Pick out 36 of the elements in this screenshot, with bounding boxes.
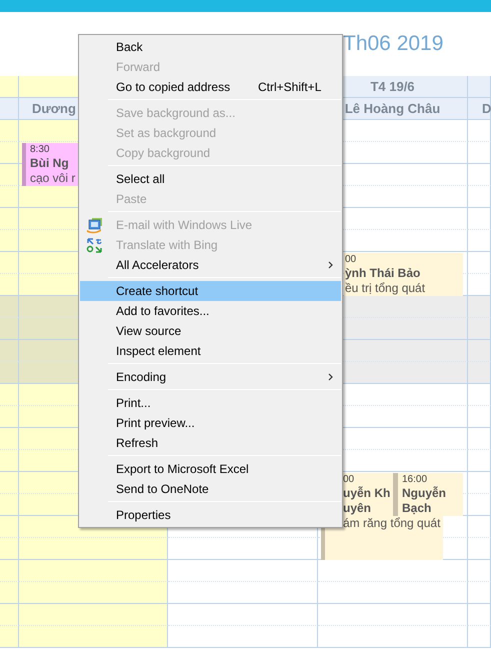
menu-item[interactable]: Go to copied address Ctrl+Shift+L xyxy=(80,77,341,97)
patient-name: Bạch xyxy=(402,501,432,516)
calendar-title: Th06 2019 xyxy=(343,32,444,55)
column-header: Dương xyxy=(32,100,76,118)
patient-name: ỳnh Thái Bảo xyxy=(345,266,420,281)
menu-item[interactable]: View source xyxy=(80,321,341,341)
menu-item[interactable]: Add to favorites... xyxy=(80,301,341,321)
menu-item[interactable]: All Accelerators xyxy=(80,255,341,275)
patient-name: Bùi Ng xyxy=(30,156,69,171)
shortcut-text: Ctrl+Shift+L xyxy=(258,79,322,96)
menu-item[interactable]: Encoding xyxy=(80,367,341,387)
windows-stack-icon xyxy=(86,217,103,234)
appointment-time: 8:30 xyxy=(30,144,50,156)
service-text: ều trị tổng quát xyxy=(345,281,426,296)
menu-item[interactable]: Inspect element xyxy=(80,341,341,361)
column-header: Lê Hoàng Châu xyxy=(344,100,440,118)
column-header: D xyxy=(482,100,491,118)
menu-item[interactable]: Create shortcut xyxy=(80,281,341,301)
menu-item[interactable]: Refresh xyxy=(80,433,341,453)
menu-item[interactable]: Export to Microsoft Excel xyxy=(80,459,341,479)
menu-item[interactable]: Print... xyxy=(80,393,341,413)
service-text: ám răng tổng quát xyxy=(343,516,440,531)
menu-item[interactable]: Select all xyxy=(80,169,341,189)
patient-name: uyên xyxy=(343,501,372,516)
appointment-time: 16:00 xyxy=(402,474,428,486)
service-text: cạo vôi r xyxy=(30,171,76,186)
patient-name: Nguyễn xyxy=(402,486,446,501)
menu-item[interactable]: Send to OneNote xyxy=(80,479,341,499)
day-header: T4 19/6 xyxy=(370,78,415,96)
menu-item[interactable]: Properties xyxy=(80,505,341,525)
menu-item[interactable]: Back xyxy=(80,37,341,57)
appointment-time: 00 xyxy=(343,474,354,486)
menu-item[interactable]: Print preview... xyxy=(80,413,341,433)
patient-name: uyễn Kh xyxy=(343,486,390,501)
appointment-time: 00 xyxy=(345,254,356,266)
translate-icon xyxy=(86,237,103,254)
